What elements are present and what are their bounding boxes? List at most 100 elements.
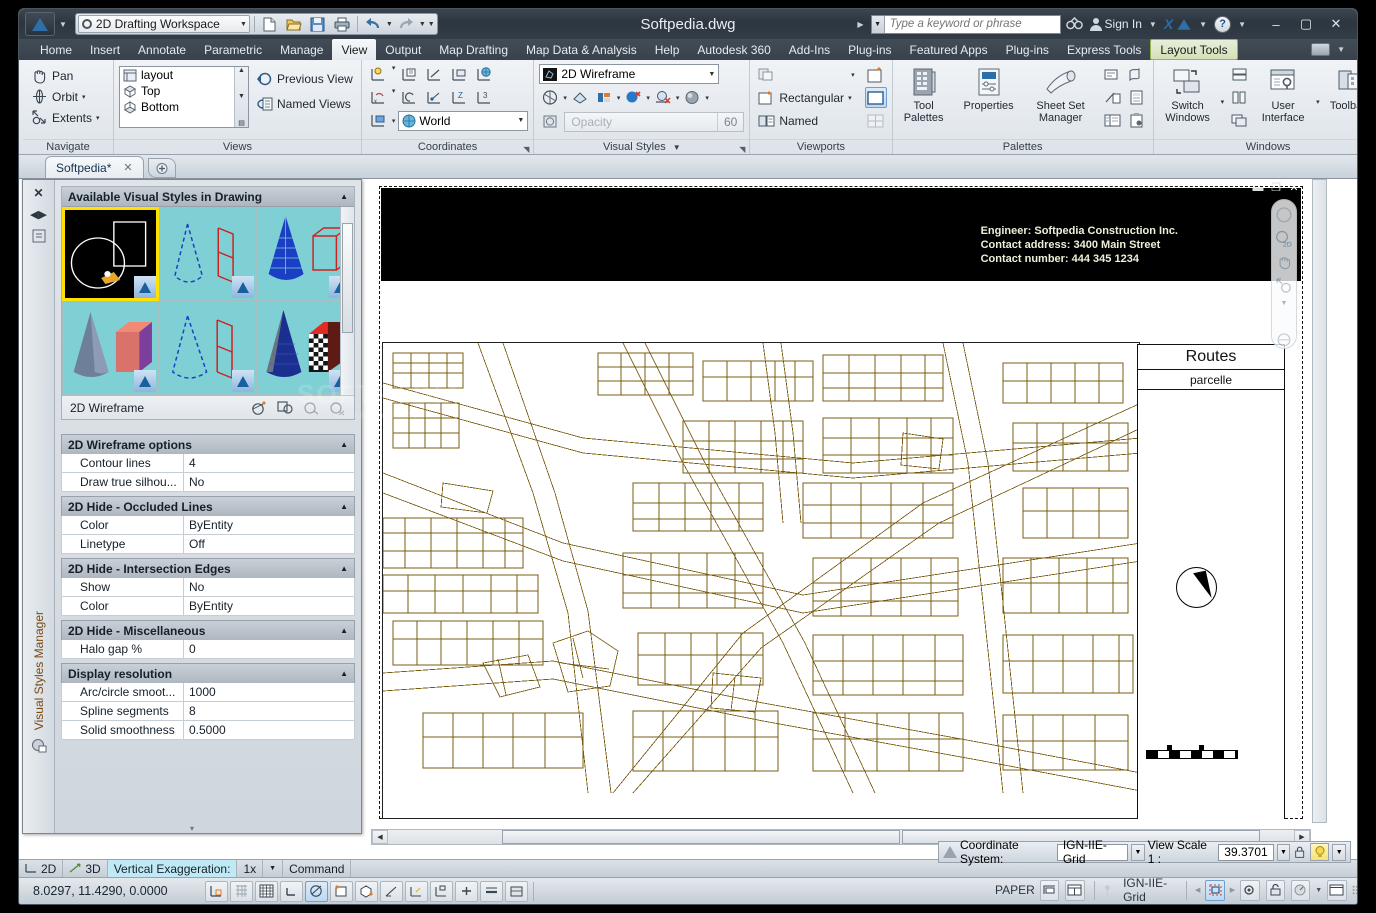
prop-group-display-resolution[interactable]: Display resolution ▲: [61, 663, 355, 683]
prop-value[interactable]: Off: [184, 535, 354, 553]
a360-caret-icon[interactable]: ▼: [1199, 20, 1207, 29]
search-box[interactable]: ▼: [870, 14, 1061, 34]
chevron-down-icon[interactable]: ▾: [617, 94, 621, 102]
undo-caret-icon[interactable]: ▼: [386, 21, 393, 28]
redo-caret-icon[interactable]: ▼: [419, 21, 426, 28]
annotation-pin-icon[interactable]: [1102, 883, 1113, 898]
tile-horizontally-icon[interactable]: [1228, 64, 1250, 85]
maximize-button[interactable]: ▢: [1291, 13, 1321, 35]
prop-value[interactable]: ByEntity: [184, 516, 354, 534]
visual-style-combo[interactable]: 2D Wireframe ▼: [539, 64, 720, 84]
search-icon[interactable]: [1064, 14, 1086, 34]
prop-group-intersection-edges[interactable]: 2D Hide - Intersection Edges ▲: [61, 558, 355, 578]
palette-close-icon[interactable]: ✕: [33, 186, 43, 200]
thumbnail-scrollbar[interactable]: [340, 207, 354, 395]
paper-space-label[interactable]: PAPER: [995, 883, 1035, 897]
style-thumbnail-wireframe[interactable]: [159, 207, 257, 301]
new-document-tab-button[interactable]: [147, 158, 176, 178]
close-button[interactable]: ✕: [1321, 13, 1351, 35]
apply-to-viewport-icon[interactable]: [277, 400, 294, 416]
chevron-down-icon[interactable]: ▼: [1315, 887, 1322, 894]
lightbulb-icon[interactable]: [1309, 843, 1330, 861]
chevron-down-icon[interactable]: ▾: [851, 71, 855, 79]
design-center-icon[interactable]: [1102, 110, 1124, 131]
coordinate-system-bottom-label[interactable]: IGN-IIE-Grid: [1123, 876, 1178, 904]
grid-display-icon[interactable]: [230, 880, 253, 902]
opacity-toggle-icon[interactable]: [539, 111, 561, 132]
tile-vertically-icon[interactable]: [1228, 87, 1250, 108]
model-space-icon[interactable]: [1039, 879, 1060, 901]
prop-value[interactable]: 0: [184, 640, 354, 658]
named-viewport-button[interactable]: Named: [755, 110, 854, 131]
workspace-selector[interactable]: 2D Drafting Workspace ▼: [77, 15, 250, 33]
tab-output[interactable]: Output: [376, 39, 430, 60]
panel-dropdown-icon[interactable]: ▼: [673, 143, 681, 152]
scroll-end-icon[interactable]: ▤: [238, 119, 245, 127]
tab-layout-tools[interactable]: Layout Tools: [1150, 39, 1238, 60]
viewport-config-icon[interactable]: [755, 64, 777, 85]
prop-group-occluded-lines[interactable]: 2D Hide - Occluded Lines ▲: [61, 496, 355, 516]
prop-row-occluded-linetype[interactable]: Linetype Off: [61, 535, 355, 554]
tab-parametric[interactable]: Parametric: [195, 39, 271, 60]
chevron-down-icon[interactable]: ▾: [705, 94, 709, 102]
scroll-up-icon[interactable]: ▲: [238, 67, 245, 74]
cascade-icon[interactable]: [1228, 110, 1250, 131]
scrollbar-thumb[interactable]: [502, 830, 900, 844]
redo-button[interactable]: [395, 14, 417, 34]
allow-ucs-icon[interactable]: [405, 880, 428, 902]
help-caret-icon[interactable]: ▼: [1238, 20, 1246, 29]
face-color-mode-icon[interactable]: [593, 87, 615, 108]
chevron-down-icon[interactable]: ▼: [1281, 300, 1288, 307]
chevron-down-icon[interactable]: ▾: [392, 64, 396, 85]
prop-row-solid-smoothness[interactable]: Solid smoothness 0.5000: [61, 721, 355, 740]
object-snap-tracking-icon[interactable]: [380, 880, 403, 902]
ucs-face-icon[interactable]: [448, 64, 470, 85]
chevron-down-icon[interactable]: ▼: [1332, 843, 1347, 861]
ucs-3point-icon[interactable]: [423, 64, 445, 85]
3d-object-snap-icon[interactable]: [355, 880, 378, 902]
chevron-down-icon[interactable]: ▾: [676, 94, 680, 102]
viewport-close-icon[interactable]: ✕: [1287, 181, 1301, 194]
viewport-minimize-icon[interactable]: ▬: [1251, 181, 1265, 194]
status-bar-grip[interactable]: [1352, 883, 1358, 897]
warning-icon[interactable]: [943, 846, 957, 858]
lineweight-icon[interactable]: [480, 880, 503, 902]
properties-button[interactable]: Properties: [954, 64, 1024, 112]
collapse-icon[interactable]: ▲: [340, 192, 348, 201]
prop-value[interactable]: 4: [184, 454, 354, 472]
collapse-icon[interactable]: ▲: [340, 669, 348, 678]
style-thumbnail-3d-wireframe[interactable]: [159, 301, 257, 395]
view-list-item-top[interactable]: Top: [120, 83, 234, 99]
chevron-down-icon[interactable]: ▾: [646, 94, 650, 102]
app-menu-caret-icon[interactable]: ▼: [59, 20, 67, 29]
settings-gear-icon[interactable]: [1240, 879, 1260, 901]
ucs-z-axis-icon[interactable]: Z: [448, 87, 470, 108]
tab-express-tools[interactable]: Express Tools: [1058, 39, 1150, 60]
chevron-down-icon[interactable]: ▾: [1221, 98, 1225, 106]
prop-value[interactable]: ByEntity: [184, 597, 354, 615]
chevron-down-icon[interactable]: ▾: [82, 93, 86, 101]
chevron-down-icon[interactable]: ▼: [240, 21, 247, 28]
view-list-item-bottom[interactable]: Bottom: [120, 99, 234, 115]
ribbon-minimize-icon[interactable]: [1311, 43, 1331, 56]
cmd-tab-2d[interactable]: 2D: [19, 860, 64, 877]
prop-group-2d-wireframe-options[interactable]: 2D Wireframe options ▲: [61, 434, 355, 454]
transparency-icon[interactable]: [505, 880, 528, 902]
sheet-set-manager-button[interactable]: Sheet Set Manager: [1028, 64, 1094, 124]
previous-view-button[interactable]: Previous View: [253, 68, 356, 89]
palette-properties-icon[interactable]: [32, 229, 46, 243]
available-styles-header[interactable]: Available Visual Styles in Drawing ▲: [62, 187, 354, 207]
layout-space-icon[interactable]: [1065, 879, 1085, 901]
search-input[interactable]: [884, 15, 1060, 33]
dialog-launcher-icon[interactable]: ◥: [523, 142, 529, 157]
view-scale-value[interactable]: 39.3701: [1218, 843, 1274, 861]
ucs-world-icon[interactable]: [473, 64, 495, 85]
view-list-item-layout[interactable]: layout: [120, 67, 234, 83]
tab-featured-apps[interactable]: Featured Apps: [901, 39, 997, 60]
tab-plug-ins-2[interactable]: Plug-ins: [997, 39, 1058, 60]
paper-layout[interactable]: Engineer: Softpedia Construction Inc. Co…: [371, 179, 1311, 823]
markup-set-manager-icon[interactable]: [1126, 64, 1148, 85]
prop-row-intersection-show[interactable]: Show No: [61, 578, 355, 597]
chevron-down-icon[interactable]: ▼: [517, 117, 524, 124]
shaded-sphere-icon[interactable]: [681, 87, 703, 108]
